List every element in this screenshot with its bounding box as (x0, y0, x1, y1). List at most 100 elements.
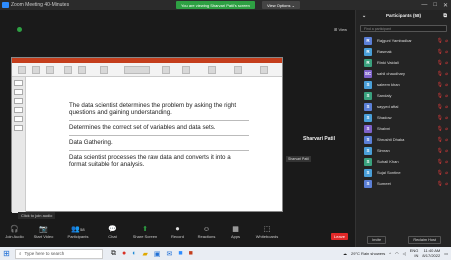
close-button[interactable]: ✕ (443, 2, 448, 9)
participant-row[interactable]: S Shadow 🎙 ⌀ (356, 112, 451, 123)
participant-row[interactable]: S Shrushti Dhaka 🎙 ⌀ (356, 134, 451, 145)
participant-row[interactable]: S Sandaly 🎙 ⌀ (356, 90, 451, 101)
task-view-icon[interactable]: ⧉ (111, 250, 116, 258)
participant-row[interactable]: S Sumeet 🎙 ⌀ (356, 178, 451, 189)
taskbar-search-input[interactable]: ⌕ Type here to search (15, 248, 103, 259)
mail-icon[interactable]: ✉ (166, 250, 172, 258)
chat-button[interactable]: 💬 Chat (98, 222, 127, 239)
participants-button[interactable]: 👥58 Participants (58, 222, 98, 239)
video-off-icon[interactable]: ⌀ (445, 115, 448, 121)
mic-muted-icon[interactable]: 🎙 (437, 181, 443, 187)
powerpoint-ribbon (12, 63, 282, 77)
participant-name: Shrushti Dhaka (377, 137, 405, 142)
participant-row[interactable]: S Shalvni 🎙 ⌀ (356, 123, 451, 134)
participants-title: Participants (58) (385, 13, 421, 18)
view-options-button[interactable]: View Options ⌄ (262, 1, 300, 9)
language-indicator[interactable]: ENG IN (410, 248, 419, 258)
toolbar-label: Reactions (197, 234, 216, 239)
popout-icon[interactable]: ⧉ (443, 13, 447, 19)
collapse-chevron-icon[interactable]: ⌄ (362, 13, 366, 19)
video-off-icon[interactable]: ⌀ (445, 82, 448, 88)
mic-muted-icon[interactable]: 🎙 (437, 93, 443, 99)
video-off-icon[interactable]: ⌀ (445, 170, 448, 176)
mic-muted-icon[interactable]: 🎙 (437, 104, 443, 110)
meeting-stage: ⊞ View The data scientist determines the… (0, 10, 355, 222)
maximize-button[interactable]: □ (433, 2, 437, 9)
ribbon-button (234, 66, 242, 74)
video-off-icon[interactable]: ⌀ (445, 159, 448, 165)
participant-row[interactable]: S Simran 🎙 ⌀ (356, 145, 451, 156)
video-off-icon[interactable]: ⌀ (445, 137, 448, 143)
participant-row[interactable]: S Sujal Sontine 🎙 ⌀ (356, 167, 451, 178)
slide-point: The data scientist determines the proble… (69, 102, 237, 116)
mic-muted-icon[interactable]: 🎙 (437, 126, 443, 132)
slide-thumbnail (14, 116, 23, 122)
slide-thumbnail (14, 125, 23, 131)
join-audio-button[interactable]: 🎧 Join Audio (0, 222, 29, 239)
file-explorer-icon[interactable]: ▰ (142, 250, 147, 258)
windows-start-icon[interactable]: ⊞ (2, 249, 11, 258)
video-off-icon[interactable]: ⌀ (445, 38, 448, 44)
taskbar-clock[interactable]: 11:40 AM 8/17/2022 (422, 248, 440, 258)
video-off-icon[interactable]: ⌀ (445, 60, 448, 66)
chrome-icon[interactable]: ● (122, 250, 126, 258)
reclaim-host-button[interactable]: Reclaim Host (408, 236, 441, 244)
weather-text[interactable]: 29°C Rain showers (351, 251, 385, 256)
mic-muted-icon[interactable]: 🎙 (437, 49, 443, 55)
participant-row[interactable]: R Rasmak 🎙 ⌀ (356, 46, 451, 57)
participant-row[interactable]: S Suhail Khan 🎙 ⌀ (356, 156, 451, 167)
click-to-join-audio[interactable]: Click to join audio (18, 212, 56, 219)
participants-glyph: 👥 (71, 226, 81, 233)
video-off-icon[interactable]: ⌀ (445, 148, 448, 154)
leave-button[interactable]: Leave (331, 233, 348, 240)
mic-muted-icon[interactable]: 🎙 (437, 115, 443, 121)
mic-muted-icon[interactable]: 🎙 (437, 159, 443, 165)
mic-muted-icon[interactable]: 🎙 (437, 60, 443, 66)
video-off-icon[interactable]: ⌀ (445, 49, 448, 55)
mic-muted-icon[interactable]: 🎙 (437, 38, 443, 44)
network-icon[interactable]: ◠ (395, 251, 399, 256)
share-banner: You are viewing Sharvari Patil's screen (176, 1, 255, 9)
volume-icon[interactable]: ◁ (403, 251, 406, 256)
participant-row[interactable]: R Rajguni Yambadkar 🎙 ⌀ (356, 35, 451, 46)
video-off-icon[interactable]: ⌀ (445, 126, 448, 132)
mic-muted-icon[interactable]: 🎙 (437, 148, 443, 154)
minimize-button[interactable]: — (421, 2, 427, 9)
zoom-logo-icon (2, 2, 9, 8)
video-off-icon[interactable]: ⌀ (445, 181, 448, 187)
slide-point: Determines the correct set of variables … (69, 124, 216, 131)
store-icon[interactable]: ▣ (154, 250, 161, 258)
participant-row[interactable]: Ssaleem khan 🎙 ⌀ (356, 79, 451, 90)
participant-search-input[interactable]: Find a participant (360, 25, 447, 32)
participant-name: Suhail Khan (377, 159, 399, 164)
ribbon-button (100, 66, 108, 74)
slide-divider (69, 135, 249, 136)
participant-name: Simran (377, 148, 390, 153)
notification-icon[interactable]: ▭ (444, 251, 448, 256)
record-button[interactable]: ⏺ Record (163, 222, 192, 239)
edge-icon[interactable]: ◐ (132, 250, 136, 258)
invite-button[interactable]: Invite (367, 236, 387, 244)
ribbon-button (78, 66, 86, 74)
participant-row[interactable]: Ssayyed aftal 🎙 ⌀ (356, 101, 451, 112)
reactions-button[interactable]: ☺ Reactions (192, 222, 221, 239)
mic-muted-icon[interactable]: 🎙 (437, 137, 443, 143)
mic-muted-icon[interactable]: 🎙 (437, 170, 443, 176)
powerpoint-taskbar-icon[interactable]: ■ (189, 250, 193, 258)
video-off-icon[interactable]: ⌀ (445, 104, 448, 110)
share-screen-button[interactable]: ⬆ Share Screen (127, 222, 163, 239)
start-video-button[interactable]: 📷 Start Video (29, 222, 58, 239)
record-icon: ⏺ (175, 226, 180, 233)
video-off-icon[interactable]: ⌀ (445, 71, 448, 77)
zoom-taskbar-icon[interactable]: ■ (178, 250, 182, 258)
chevron-up-icon[interactable]: ^ (389, 251, 391, 256)
whiteboards-button[interactable]: ⬚ Whiteboards (250, 222, 284, 239)
participant-row[interactable]: R Rinki Vaidali 🎙 ⌀ (356, 57, 451, 68)
participant-row[interactable]: SC sahil chaudhary 🎙 ⌀ (356, 68, 451, 79)
video-off-icon[interactable]: ⌀ (445, 93, 448, 99)
view-button[interactable]: ⊞ View (334, 27, 347, 32)
mic-muted-icon[interactable]: 🎙 (437, 71, 443, 77)
apps-button[interactable]: ▦ Apps (221, 222, 250, 239)
shield-status-icon[interactable] (17, 27, 22, 32)
mic-muted-icon[interactable]: 🎙 (437, 82, 443, 88)
